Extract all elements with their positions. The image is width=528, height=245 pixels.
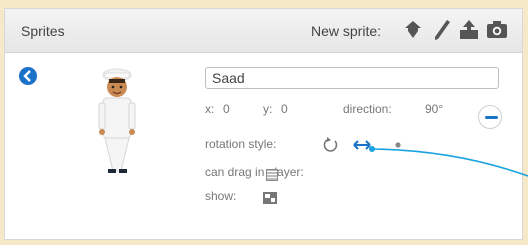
sprites-panel: Sprites New sprite: Saad x: 0 y: 0 direc… bbox=[4, 8, 523, 240]
chevron-left-icon bbox=[23, 70, 31, 82]
choose-sprite-from-library-button[interactable] bbox=[401, 18, 425, 42]
camera-sprite-button[interactable] bbox=[485, 18, 509, 42]
y-value: 0 bbox=[281, 102, 288, 116]
new-sprite-label: New sprite: bbox=[311, 23, 382, 39]
rotation-style-left-right-button[interactable] bbox=[351, 135, 373, 155]
x-value: 0 bbox=[223, 102, 230, 116]
x-label: x: bbox=[205, 102, 215, 116]
dot-icon bbox=[395, 142, 401, 148]
paintbrush-icon bbox=[435, 20, 450, 40]
can-drag-label: can drag in player: bbox=[205, 165, 304, 179]
direction-value: 90° bbox=[425, 102, 444, 116]
rotation-style-label: rotation style: bbox=[205, 137, 277, 151]
left-right-arrows-icon bbox=[353, 140, 371, 150]
rotation-style-dont-rotate-button[interactable] bbox=[387, 135, 409, 155]
sprite-character-image bbox=[98, 68, 136, 173]
y-label: y: bbox=[263, 102, 273, 116]
paint-new-sprite-button[interactable] bbox=[430, 18, 454, 42]
sprites-header: Sprites New sprite: bbox=[5, 9, 522, 53]
upload-icon bbox=[460, 20, 478, 39]
upload-sprite-button[interactable] bbox=[457, 18, 481, 42]
direction-needle bbox=[485, 116, 498, 119]
sprite-library-icon bbox=[405, 21, 421, 38]
back-button[interactable] bbox=[19, 67, 37, 85]
rotate-circle-icon bbox=[323, 137, 338, 152]
sprite-thumbnail bbox=[89, 65, 145, 177]
direction-dial[interactable] bbox=[478, 105, 502, 129]
can-drag-checkbox[interactable] bbox=[266, 169, 278, 181]
show-checkbox[interactable] bbox=[262, 191, 278, 205]
sprite-name-input[interactable] bbox=[205, 67, 499, 89]
sprites-title: Sprites bbox=[21, 23, 65, 39]
show-label: show: bbox=[205, 189, 237, 203]
direction-label: direction: bbox=[343, 102, 392, 116]
rotation-style-all-around-button[interactable] bbox=[319, 135, 341, 155]
show-sprite-icon bbox=[263, 192, 277, 204]
camera-icon bbox=[487, 21, 507, 38]
